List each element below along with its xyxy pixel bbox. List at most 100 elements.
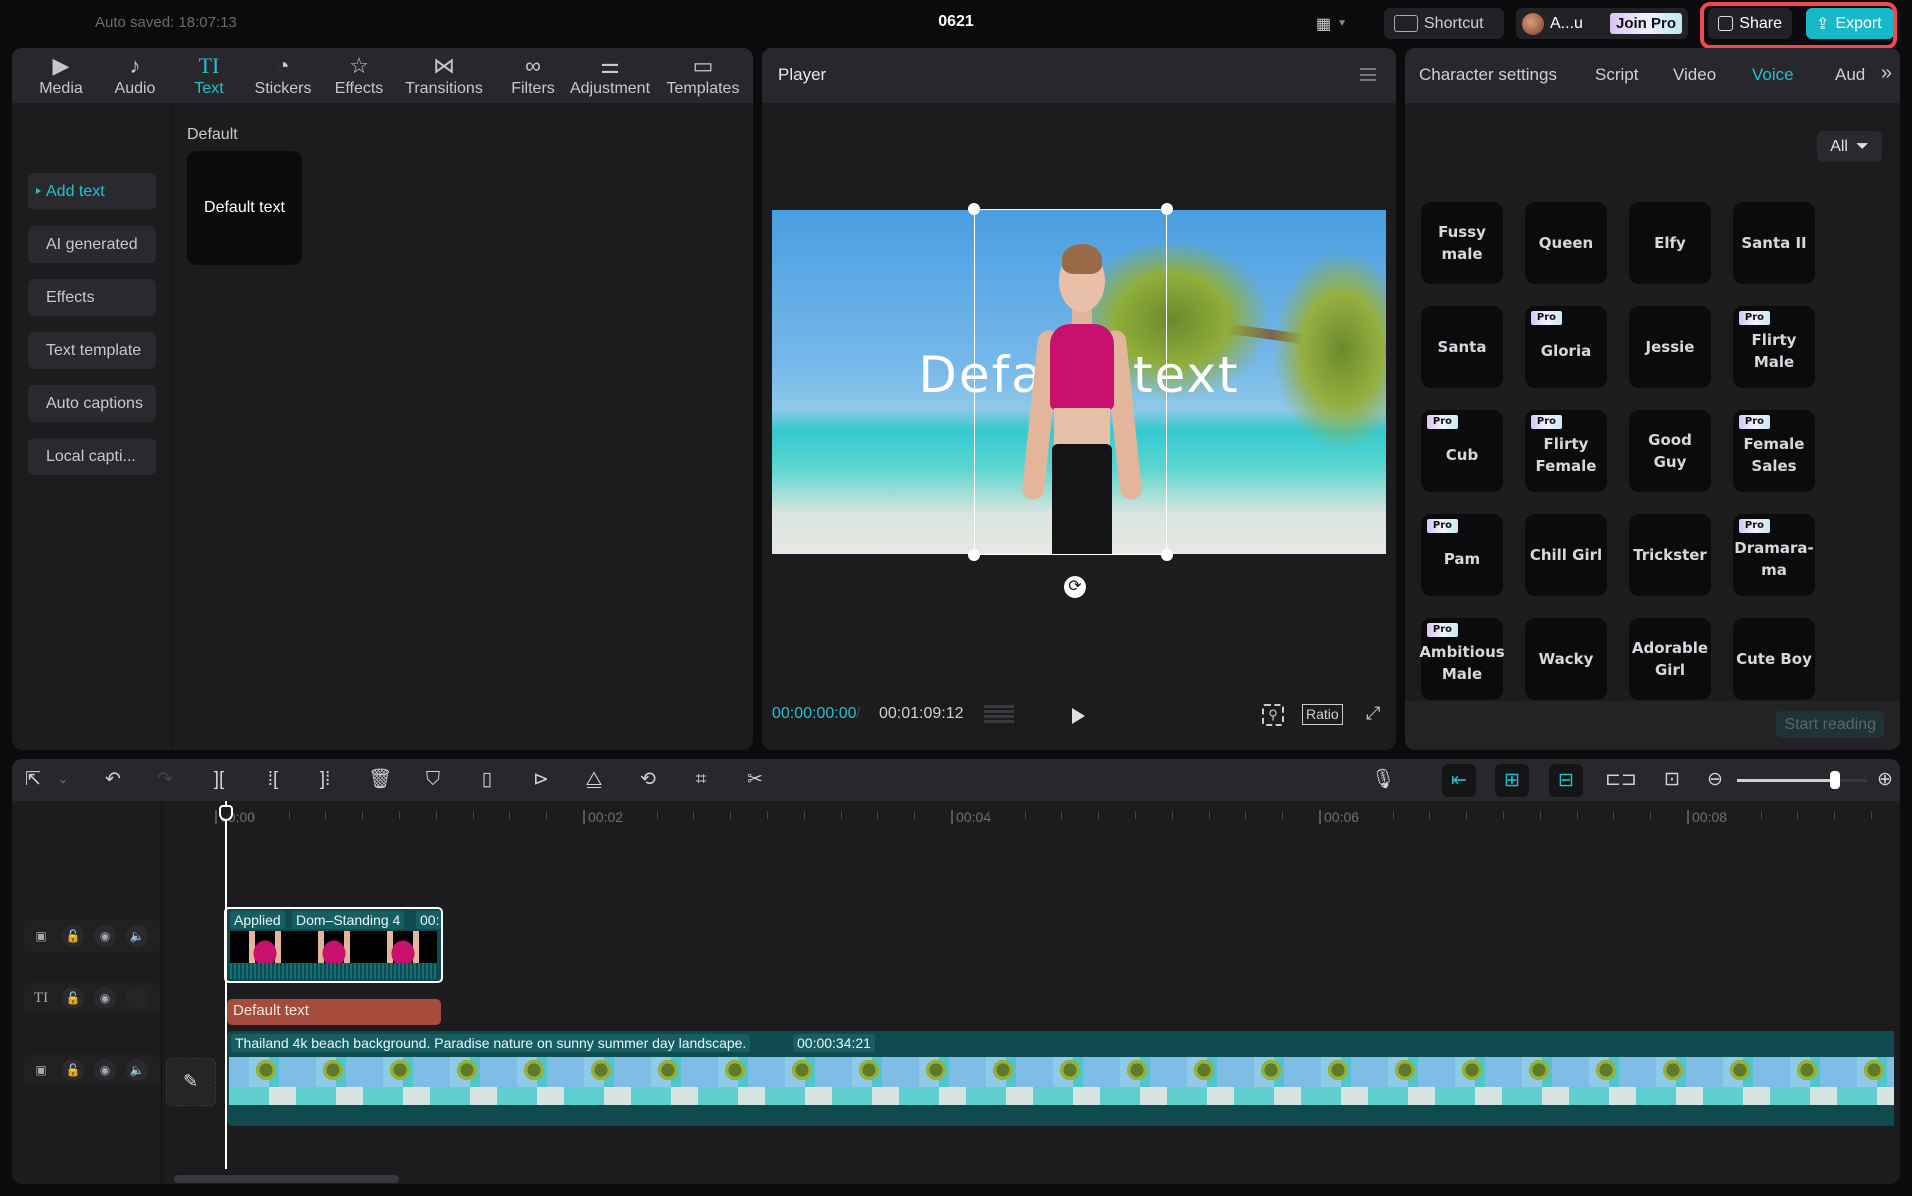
eye-icon[interactable]: ◉ — [94, 1059, 116, 1081]
tab-script[interactable]: Script — [1595, 65, 1638, 85]
export-button[interactable]: ⇪ Export — [1806, 8, 1894, 39]
volume-icon[interactable]: 🔈 — [126, 1059, 148, 1081]
rotate-icon[interactable]: ⟳ — [1064, 576, 1086, 598]
resize-handle[interactable] — [1161, 549, 1173, 561]
shortcut-button[interactable]: Shortcut — [1384, 8, 1504, 39]
voice-card[interactable]: Santa II — [1733, 202, 1815, 284]
split-icon[interactable]: ][ — [206, 767, 232, 793]
zoom-slider[interactable] — [1737, 771, 1867, 789]
lock-icon[interactable]: 🔓 — [62, 987, 84, 1009]
background-clip[interactable]: Thailand 4k beach background. Paradise n… — [227, 1031, 1894, 1126]
zoom-out-icon[interactable]: ⊖ — [1702, 767, 1728, 793]
voice-card[interactable]: Chill Girl — [1525, 514, 1607, 596]
voice-card[interactable]: Pro Flirty Female — [1525, 410, 1607, 492]
voice-card[interactable]: Adorable Girl — [1629, 618, 1711, 700]
voice-card[interactable]: Trickster — [1629, 514, 1711, 596]
crop-icon[interactable]: ⌗ — [688, 767, 714, 793]
main-track-magnet-icon[interactable]: ⊞ — [1495, 764, 1529, 797]
filter-button[interactable]: All ⏷ — [1817, 131, 1882, 162]
tab-media[interactable]: ▶︎ Media — [24, 52, 98, 98]
select-tool-icon[interactable]: ⇱ — [20, 767, 46, 793]
tab-audio[interactable]: ♪ Audio — [98, 52, 172, 98]
resize-handle[interactable] — [968, 203, 980, 215]
tab-effects[interactable]: ☆ Effects — [322, 52, 396, 98]
default-text-card[interactable]: Default text — [187, 151, 302, 265]
volume-icon[interactable]: 🔈 — [126, 925, 148, 947]
ratio-button[interactable]: Ratio — [1302, 704, 1343, 725]
speed-icon[interactable]: ⊳ — [528, 767, 554, 793]
tab-video[interactable]: Video — [1673, 65, 1716, 85]
text-clip[interactable]: Default text — [227, 999, 441, 1025]
zoom-in-icon[interactable]: ⊕ — [1872, 767, 1898, 793]
voice-card[interactable]: Wacky — [1525, 618, 1607, 700]
resize-handle[interactable] — [1161, 203, 1173, 215]
tab-audio[interactable]: Aud — [1835, 65, 1865, 85]
delete-icon[interactable]: 🗑 — [367, 767, 393, 793]
voice-card[interactable]: Pro Cub — [1421, 410, 1503, 492]
eye-icon[interactable]: ◉ — [94, 987, 116, 1009]
eye-icon[interactable]: ◉ — [94, 925, 116, 947]
share-button[interactable]: Share — [1708, 8, 1792, 39]
voice-card[interactable]: Jessie — [1629, 306, 1711, 388]
tab-text[interactable]: TI Text — [172, 52, 246, 98]
voice-card[interactable]: Elfy — [1629, 202, 1711, 284]
preview-axis-icon[interactable]: ⊏⊐ — [1605, 767, 1637, 793]
timecode-grid-icon[interactable] — [984, 705, 1014, 725]
split-right-icon[interactable]: ]⁞ — [312, 767, 338, 793]
voice-card[interactable]: Pro Dramara-ma — [1733, 514, 1815, 596]
selection-box[interactable] — [968, 203, 1173, 561]
mirror-icon[interactable]: ⧋ — [581, 767, 607, 793]
marker-icon[interactable]: ⛉ — [420, 767, 446, 793]
zoom-fit-icon[interactable]: ⚲ — [1262, 704, 1284, 726]
voice-card[interactable]: Fussy male — [1421, 202, 1503, 284]
voice-card[interactable]: Queen — [1525, 202, 1607, 284]
sub-nav-local-captions[interactable]: Local capti... — [28, 438, 156, 475]
resize-handle[interactable] — [968, 549, 980, 561]
sub-nav-auto-captions[interactable]: Auto captions — [28, 385, 156, 422]
sub-nav-effects[interactable]: Effects — [28, 279, 156, 316]
tab-adjustment[interactable]: ⚌ Adjustment — [562, 52, 658, 98]
join-pro-button[interactable]: Join Pro — [1609, 13, 1682, 34]
account-button[interactable]: A...u Join Pro — [1516, 8, 1688, 39]
split-left-icon[interactable]: ⁞[ — [260, 767, 286, 793]
voice-card[interactable]: Pro Ambitious Male — [1419, 618, 1505, 700]
voice-card[interactable]: Pro Flirty Male — [1733, 306, 1815, 388]
time-ruler[interactable]: 00:00 00:02 00:04 00:06 00:08 — [162, 801, 1900, 829]
sub-nav-add-text[interactable]: Add text — [28, 173, 156, 210]
lock-icon[interactable]: 🔓 — [62, 925, 84, 947]
chevron-down-icon[interactable]: ⌄ — [50, 767, 76, 793]
lock-icon[interactable]: 🔓 — [62, 1059, 84, 1081]
voice-card[interactable]: Pro Pam — [1421, 514, 1503, 596]
voice-card[interactable]: Good Guy — [1629, 410, 1711, 492]
redo-icon[interactable]: ↷ — [152, 767, 178, 793]
auto-snap-icon[interactable]: ⇤ — [1442, 764, 1476, 797]
voice-card[interactable]: Pro Female Sales — [1733, 410, 1815, 492]
freeze-icon[interactable]: ▯ — [474, 767, 500, 793]
voice-card[interactable]: Pro Gloria — [1525, 306, 1607, 388]
tab-transitions[interactable]: ⋈ Transitions — [398, 52, 490, 98]
horizontal-scrollbar[interactable] — [174, 1175, 399, 1183]
play-button[interactable] — [1072, 708, 1085, 724]
playhead-handle[interactable] — [219, 805, 233, 821]
linkage-icon[interactable]: ⊟ — [1549, 764, 1583, 797]
rotate-icon[interactable]: ⟲ — [635, 767, 661, 793]
more-tabs-icon[interactable]: » — [1881, 62, 1892, 85]
zoom-slider-knob[interactable] — [1829, 771, 1840, 789]
tab-stickers[interactable]: ◔ Stickers — [246, 52, 320, 98]
voice-card[interactable]: Cute Boy — [1733, 618, 1815, 700]
sub-nav-text-template[interactable]: Text template — [28, 332, 156, 369]
avatar-clip[interactable]: Applied Dom–Standing 4 00: — [224, 907, 443, 983]
edit-cover-button[interactable]: ✎ — [166, 1058, 216, 1106]
undo-icon[interactable]: ↶ — [100, 767, 126, 793]
tab-filters[interactable]: ∞ Filters — [496, 52, 570, 98]
sub-nav-ai-generated[interactable]: AI generated — [28, 226, 156, 263]
start-reading-button[interactable]: Start reading — [1776, 711, 1884, 738]
voice-card[interactable]: Santa — [1421, 306, 1503, 388]
fullscreen-icon[interactable]: ⤢ — [1366, 703, 1380, 724]
audio-cut-icon[interactable]: ✂ — [742, 767, 768, 793]
microphone-icon[interactable]: 🎙 — [1370, 767, 1396, 793]
tab-character-settings[interactable]: Character settings — [1419, 65, 1557, 85]
layout-button[interactable]: ▦ ▼ — [1306, 8, 1357, 39]
zoom-to-fit-icon[interactable]: ⊡ — [1659, 767, 1685, 793]
menu-icon[interactable] — [1360, 68, 1376, 81]
